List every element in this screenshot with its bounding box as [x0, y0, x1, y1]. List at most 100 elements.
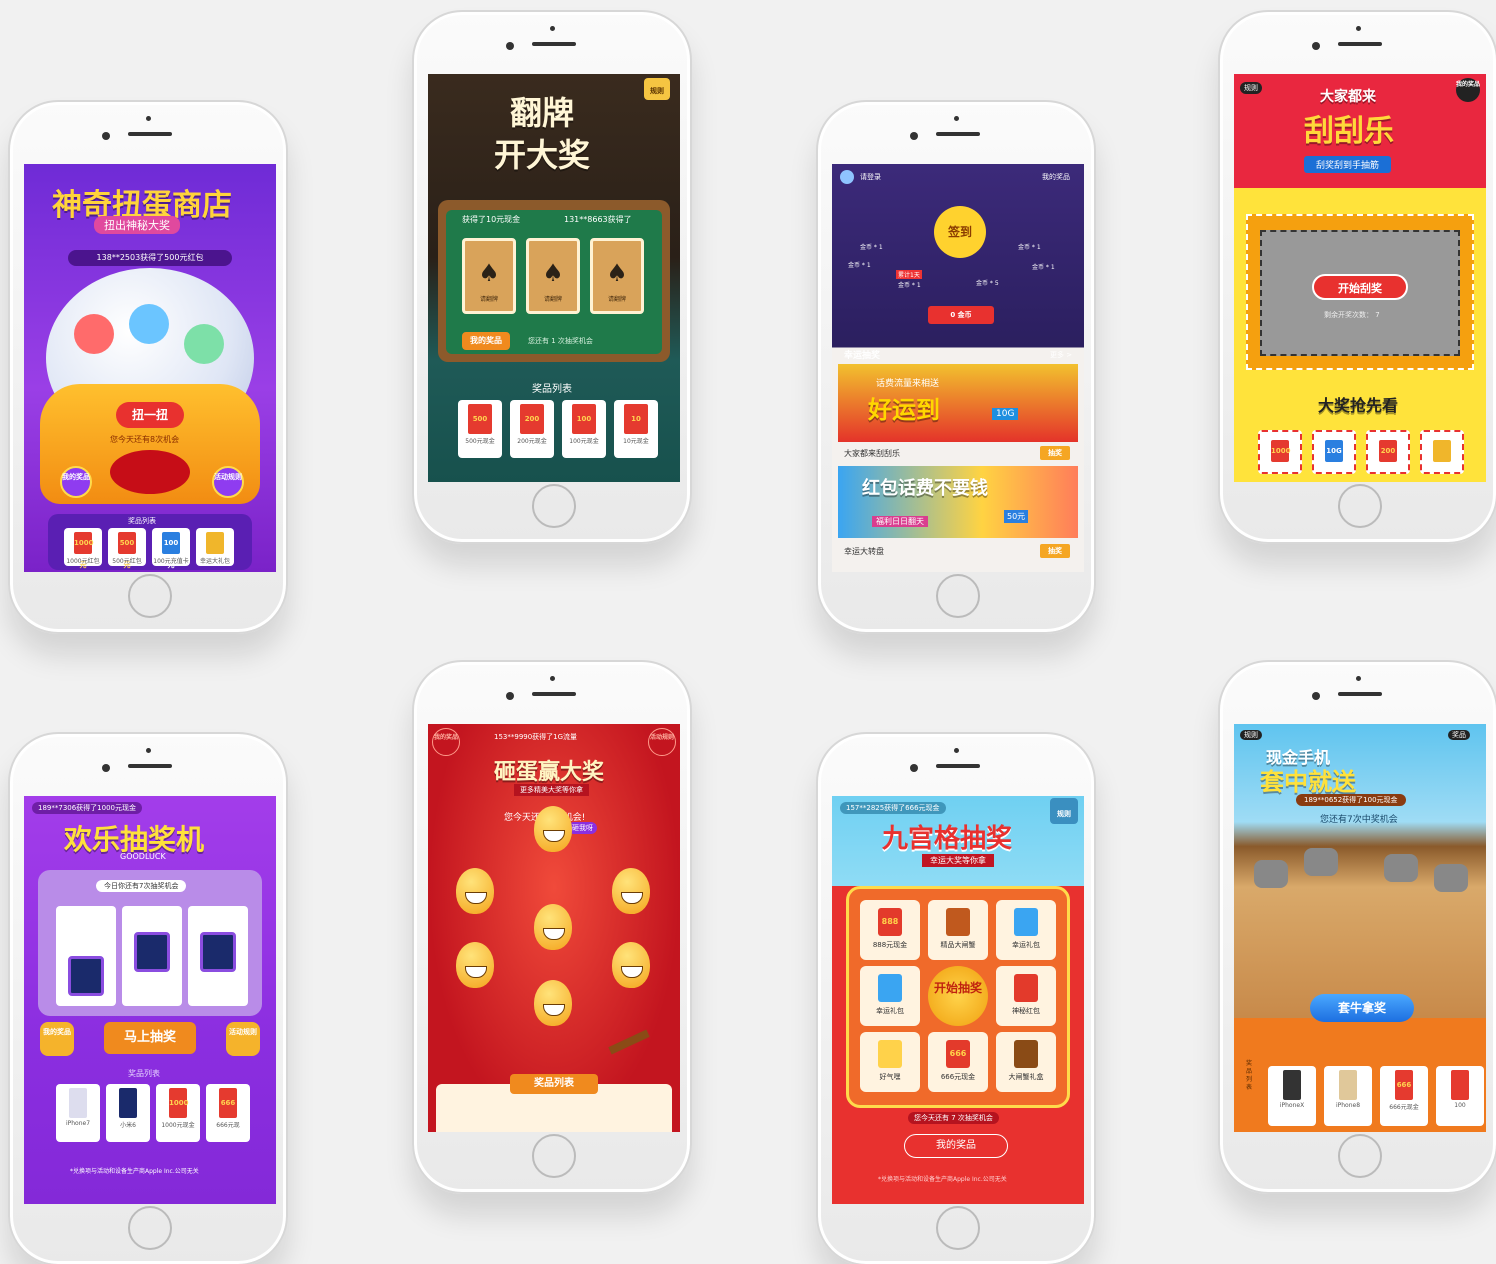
golden-egg[interactable]	[612, 942, 650, 988]
start-draw-button[interactable]: 马上抽奖	[104, 1022, 196, 1054]
red-envelope-icon: 500	[468, 404, 492, 434]
prize-item: 1000 1000元现金	[156, 1084, 200, 1142]
home-button[interactable]	[936, 1206, 980, 1250]
chances-text: 您还有 1 次抽奖机会	[528, 337, 593, 345]
my-prizes-button[interactable]: 我的奖品	[60, 466, 92, 498]
rules-button[interactable]: 规则	[1240, 82, 1262, 94]
checkin-button[interactable]: 签到	[934, 206, 986, 258]
gift-box-icon	[1433, 440, 1451, 462]
cow-icon	[1254, 860, 1288, 888]
phone-camera	[910, 132, 918, 140]
grand-prize-title: 大奖抢先看	[1318, 396, 1399, 415]
grid-cell: 幸运礼包	[860, 966, 920, 1026]
phone-sensor	[550, 26, 555, 31]
phone-sensor	[146, 748, 151, 753]
coin-balance: 0 金币	[928, 306, 994, 324]
my-prizes-button[interactable]: 我的奖品	[40, 1022, 74, 1056]
red-envelope-icon: 1000	[1271, 440, 1290, 462]
rules-button[interactable]: 活动规则	[648, 728, 676, 756]
prize-item: iPhone7	[56, 1084, 100, 1142]
my-prizes-button[interactable]: 我的奖品	[904, 1134, 1008, 1158]
my-prizes-button[interactable]: 我的奖品	[1456, 78, 1480, 102]
prize-item: 1000元 1000元红包	[64, 528, 102, 569]
rules-button[interactable]: 活动规则	[212, 466, 244, 498]
phone-speaker	[1338, 42, 1382, 46]
chances-text: 今日你还有7次抽奖机会	[96, 880, 187, 892]
home-button[interactable]	[128, 574, 172, 618]
golden-egg[interactable]	[612, 868, 650, 914]
phone-mockup-nine-grid: 157**2825获得了666元现金 规则 九宫格抽奖 幸运大奖等你拿 888 8…	[816, 732, 1096, 1264]
capsule-ball	[129, 304, 169, 344]
home-button[interactable]	[1338, 1134, 1382, 1178]
lasso-screen: 规则 奖品 现金手机 套中就送 189**0652获得了100元现金 您还有7次…	[1234, 724, 1486, 1132]
twist-button[interactable]: 扭一扭	[116, 402, 184, 428]
start-scratch-button[interactable]: 开始刮奖	[1312, 274, 1408, 300]
golden-egg[interactable]	[456, 942, 494, 988]
home-button[interactable]	[128, 1206, 172, 1250]
winner-ticker: 138**2503获得了500元红包	[68, 250, 232, 266]
page-title: 套中就送	[1260, 767, 1356, 796]
rules-button[interactable]: 规则	[1240, 730, 1262, 740]
phone-camera	[1312, 692, 1320, 700]
my-prizes-button[interactable]: 我的奖品	[432, 728, 460, 756]
game-name: 大家都来刮刮乐	[844, 449, 900, 458]
prize-list-title: 奖品列表	[128, 517, 156, 525]
flip-card[interactable]: ♠ 请翻牌	[526, 238, 580, 314]
rules-button[interactable]: 活动规则	[226, 1022, 260, 1056]
red-envelope-icon: 10	[624, 404, 648, 434]
winner-ticker: 153**9990获得了1G流量	[494, 733, 578, 741]
red-envelope-icon: 200	[520, 404, 544, 434]
capsule-ball	[74, 314, 114, 354]
golden-egg[interactable]	[534, 806, 572, 852]
flip-card[interactable]: ♠ 请翻牌	[590, 238, 644, 314]
capsule-outlet	[110, 450, 190, 494]
home-button[interactable]	[1338, 484, 1382, 528]
red-envelope-icon: 1000	[169, 1088, 188, 1118]
hammer-icon[interactable]	[608, 1029, 650, 1055]
golden-egg[interactable]	[456, 868, 494, 914]
home-button[interactable]	[532, 484, 576, 528]
phone-mockup-slot: 189**7306获得了1000元现金 欢乐抽奖机 GOODLUCK 今日你还有…	[8, 732, 288, 1264]
prize-list-label: 奖品列表	[1246, 1060, 1253, 1091]
page-title-line2: 开大奖	[494, 136, 591, 174]
winner-ticker: 189**7306获得了1000元现金	[32, 802, 142, 814]
phone-speaker	[532, 42, 576, 46]
phone-icon	[119, 1088, 137, 1118]
page-subtitle: 扭出神秘大奖	[94, 216, 180, 234]
capsule-ball	[184, 324, 224, 364]
phone-mockup-scratch: 规则 我的奖品 大家都来 刮刮乐 刮奖刮到手抽筋 开始刮奖 剩余开奖次数： 7 …	[1218, 10, 1496, 544]
login-link[interactable]: 请登录	[860, 172, 881, 182]
prize-item	[1420, 430, 1464, 474]
golden-egg[interactable]	[534, 904, 572, 950]
flip-card[interactable]: ♠ 请翻牌	[462, 238, 516, 314]
rules-button[interactable]: 规则	[644, 78, 670, 100]
egg-smash-screen: 我的奖品 活动规则 153**9990获得了1G流量 砸蛋赢大奖 更多精美大奖等…	[428, 724, 680, 1132]
start-draw-button[interactable]: 开始抽奖	[928, 966, 988, 1026]
coin-label: 金币 * 1	[848, 262, 871, 269]
phone-sensor	[550, 676, 555, 681]
red-envelope-icon: 100	[572, 404, 596, 434]
rules-button[interactable]: 规则	[1050, 798, 1078, 824]
golden-egg[interactable]	[534, 980, 572, 1026]
showcase-stage: 神奇扭蛋商店 扭出神秘大奖 138**2503获得了500元红包 扭一扭 您今天…	[0, 0, 1496, 1264]
phone-speaker	[532, 692, 576, 696]
my-prizes-link[interactable]: 我的奖品	[1042, 172, 1070, 182]
prize-list-title: 奖品列表	[532, 384, 572, 395]
red-envelope-icon: 500元	[118, 532, 136, 569]
gift-box-icon	[206, 532, 224, 554]
avatar-icon[interactable]	[840, 170, 854, 184]
lasso-button[interactable]: 套牛拿奖	[1310, 994, 1414, 1022]
my-prizes-button[interactable]: 我的奖品	[462, 332, 510, 350]
home-button[interactable]	[532, 1134, 576, 1178]
crab-icon	[946, 908, 970, 936]
draw-button[interactable]: 抽奖	[1040, 446, 1070, 460]
coin-label: 金币 * 1	[1032, 264, 1055, 271]
my-prizes-button[interactable]: 奖品	[1448, 730, 1470, 740]
coin-label: 金币 * 1	[1018, 244, 1041, 251]
draw-button[interactable]: 抽奖	[1040, 544, 1070, 558]
home-button[interactable]	[936, 574, 980, 618]
more-link[interactable]: 更多 >	[1050, 350, 1072, 360]
cow-icon	[1304, 848, 1338, 876]
cow-icon	[1384, 854, 1418, 882]
phone-camera	[506, 42, 514, 50]
